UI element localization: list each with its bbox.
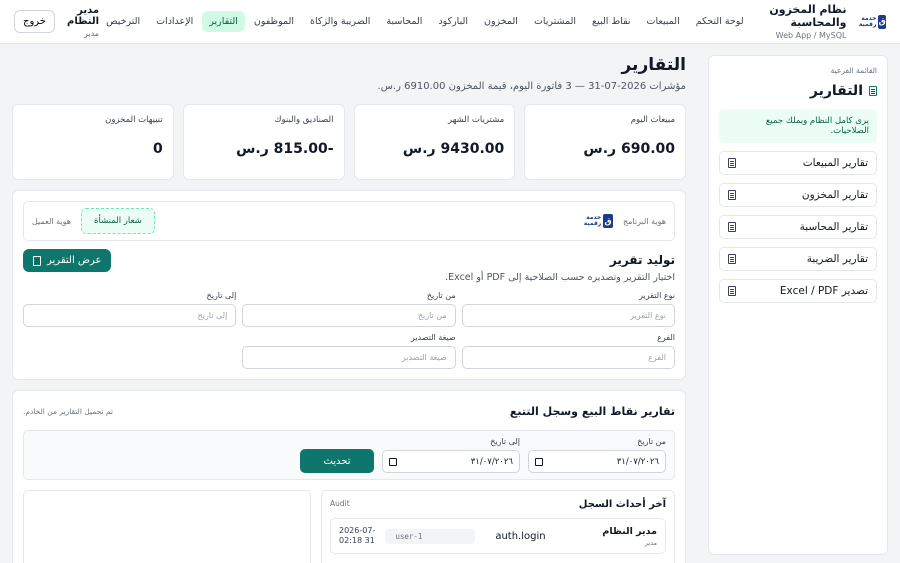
pos-to-label: إلى تاريخ [490,437,520,446]
report-generator-card: هوية البرنامج ق خدمة رقمية شعار المنشأة … [12,190,686,380]
logo-text: خدمة رقمية [858,14,877,28]
pos-status: تم تحميل التقارير من الخادم. [23,407,113,416]
nav-inventory[interactable]: المخزون [477,11,525,32]
pos-summary-panel [23,490,311,563]
nav-sales[interactable]: المبيعات [640,11,687,32]
reports-icon [869,86,877,96]
permission-note: يرى كامل النظام ويملك جميع الصلاحيات. [719,109,877,143]
nav-accounting[interactable]: المحاسبة [379,11,429,32]
user-area: مدير النظام مدير خروج [14,5,99,38]
sidebar-caption: القائمة الفرعية [830,66,877,75]
log-tag: Audit [330,499,350,508]
table-row[interactable]: مدير النظام مدير auth.login user-1 2026-… [330,518,666,554]
generator-subtitle: اختيار التقرير وتصديره حسب الصلاحية إلى … [445,272,675,283]
from-date-label: من تاريخ [426,291,456,300]
user-role: مدير [83,29,100,38]
log-title: آخر أحداث السجل [578,499,666,510]
sidebar-item-inventory-reports[interactable]: تقارير المخزون [719,183,877,207]
user-name: مدير النظام [66,5,100,27]
pos-from-date[interactable]: ٣١/٠٧/٢٠٢٦ [528,450,666,473]
brand-logo: ق خدمة رقمية [855,13,886,31]
save-icon [33,255,41,266]
sidebar-item-sales-reports[interactable]: تقارير المبيعات [719,151,877,175]
main-nav: لوحة التحكم المبيعات نقاط البيع المشتريا… [99,11,751,32]
report-form: نوع التقرير نوع التقرير من تاريخ من تاري… [23,291,675,369]
logout-button[interactable]: خروج [14,10,55,33]
pos-title: تقارير نقاط البيع وسجل التتبع [509,405,675,418]
app-title: نظام المخزون والمحاسبة [769,3,847,29]
branch-label: الفرع [657,333,675,342]
calendar-icon [535,457,543,466]
logo-mark-icon: ق [878,14,886,29]
log-action: auth.login [495,530,546,542]
top-bar: ق خدمة رقمية نظام المخزون والمحاسبة Web … [0,0,900,44]
app-subtitle: Web App / MySQL [775,31,847,40]
nav-dashboard[interactable]: لوحة التحكم [689,11,751,32]
to-date-label: إلى تاريخ [206,291,237,300]
report-type-input[interactable]: نوع التقرير [461,304,675,327]
generator-title: توليد تقرير [609,253,675,267]
document-icon [728,158,736,168]
kpi-row: مبيعات اليوم 690.00 ر.س مشتريات الشهر 94… [12,104,686,180]
show-report-button[interactable]: عرض التقرير [23,249,112,272]
main-content: التقارير مؤشرات 2026-07-31 — 3 فاتورة ال… [12,55,686,563]
calendar-icon [389,457,397,466]
log-time: 2026-07- 02:18 31 [339,525,376,545]
document-icon [728,286,736,296]
audit-log: آخر أحداث السجل Audit مدير النظام مدير a… [321,490,675,563]
kpi-cash-banks: الصناديق والبنوك -815.00 ر.س [182,104,345,180]
sidebar-title: التقارير [719,83,877,99]
nav-reports[interactable]: التقارير [202,11,245,32]
brand[interactable]: ق خدمة رقمية نظام المخزون والمحاسبة Web … [769,3,886,40]
pos-to-date[interactable]: ٣١/٠٧/٢٠٢٦ [382,450,520,473]
client-emblem[interactable]: شعار المنشأة [81,208,155,234]
kpi-stock-alerts: تنبيهات المخزون 0 [12,104,174,180]
from-date-input[interactable]: من تاريخ [242,304,456,327]
to-date-input[interactable]: إلى تاريخ [23,304,237,327]
logo-mark-icon: ق [603,214,613,228]
nav-pos[interactable]: نقاط البيع [585,11,637,32]
document-icon [728,222,736,232]
page-subtitle: مؤشرات 2026-07-31 — 3 فاتورة اليوم، قيمة… [377,81,686,92]
export-format-label: صيغة التصدير [410,333,456,342]
pos-from-label: من تاريخ [637,437,666,446]
update-button[interactable]: تحديث [300,449,374,473]
page-title: التقارير [621,55,686,75]
nav-purchases[interactable]: المشتريات [527,11,583,32]
kpi-month-purchases: مشتريات الشهر 9430.00 ر.س [353,104,516,180]
sidebar-item-accounting-reports[interactable]: تقارير المحاسبة [719,215,877,239]
program-logo: ق خدمة رقمية [583,214,613,228]
document-icon [728,254,736,264]
nav-barcode[interactable]: الباركود [431,11,475,32]
identity-bar: هوية البرنامج ق خدمة رقمية شعار المنشأة … [23,201,675,241]
pos-filter: من تاريخ ٣١/٠٧/٢٠٢٦ إلى تاريخ ٣١/٠٧/٢٠٢٦… [23,430,675,480]
nav-settings[interactable]: الإعدادات [149,11,200,32]
log-role: مدير [644,538,657,547]
report-type-label: نوع التقرير [639,291,675,300]
document-icon [728,190,736,200]
pos-reports-card: تقارير نقاط البيع وسجل التتبع تم تحميل ا… [12,390,686,563]
nav-tax-zakat[interactable]: الضريبة والزكاة [303,11,377,32]
branch-input[interactable]: الفرع [461,346,675,369]
nav-employees[interactable]: الموظفون [247,11,301,32]
log-user: مدير النظام [602,525,657,537]
log-user-id: user-1 [385,528,476,544]
export-format-input[interactable]: صيغة التصدير [242,346,456,369]
client-identity-label: هوية العميل [32,216,72,226]
sidebar-item-export[interactable]: تصدير Excel / PDF [719,279,877,303]
sidebar: القائمة الفرعية التقارير يرى كامل النظام… [708,55,888,555]
sidebar-item-tax-reports[interactable]: تقارير الضريبة [719,247,877,271]
kpi-today-sales: مبيعات اليوم 690.00 ر.س [524,104,686,180]
program-identity-label: هوية البرنامج [622,216,666,226]
nav-license[interactable]: الترخيص [99,11,147,32]
